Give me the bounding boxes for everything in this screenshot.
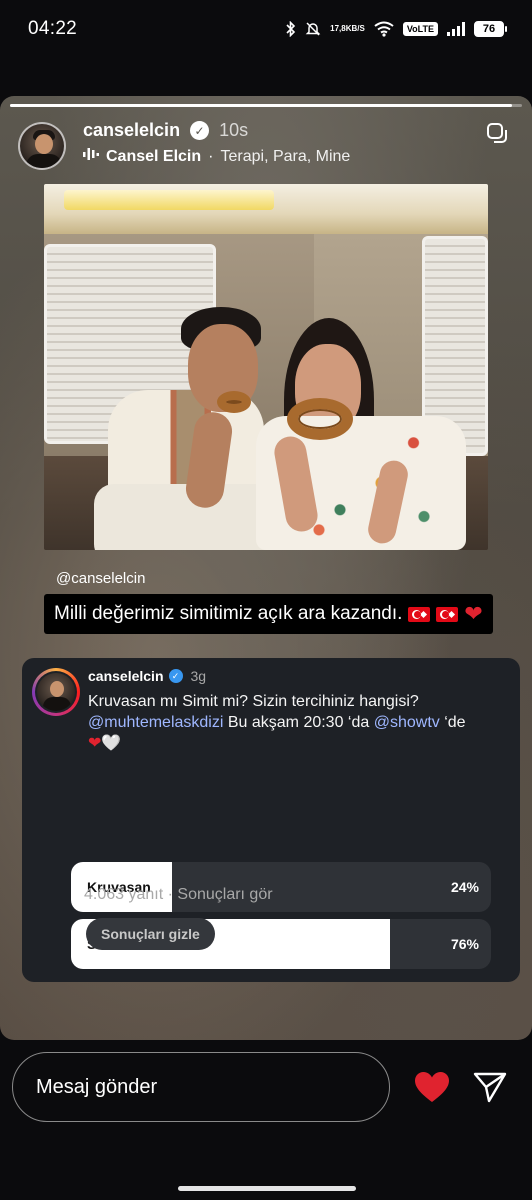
story-avatar[interactable]	[18, 122, 66, 170]
more-icon[interactable]	[484, 120, 510, 146]
home-indicator[interactable]	[178, 1186, 356, 1191]
signal-icon	[447, 22, 465, 36]
white-heart-icon: 🤍	[101, 735, 122, 752]
music-artist: Cansel Elcin	[106, 147, 202, 165]
story-photo	[44, 184, 488, 550]
poll-meta[interactable]: 4.063 yanıt · Sonuçları gör	[84, 886, 273, 904]
verified-badge-icon: ✓	[168, 669, 183, 683]
send-icon[interactable]	[470, 1068, 510, 1106]
story-username[interactable]: canselelcin	[83, 120, 180, 141]
story-header: canselelcin ✓ 10s Cansel Elcin · Terapi,…	[18, 120, 514, 176]
poll-question: Kruvasan mı Simit mi? Sizin tercihiniz h…	[88, 691, 508, 754]
story-progress-bar	[10, 104, 522, 107]
poll-mention-link[interactable]: @showtv	[374, 714, 440, 731]
music-track: Terapi, Para, Mine	[220, 147, 351, 165]
message-input[interactable]: Mesaj gönder	[12, 1052, 390, 1122]
story-user-row: canselelcin ✓ 10s	[83, 120, 248, 141]
turkey-flag-icon	[408, 606, 431, 622]
message-placeholder: Mesaj gönder	[36, 1075, 158, 1098]
story-mention[interactable]: @canselelcin	[56, 570, 145, 587]
poll-card: canselelcin ✓ 3g Kruvasan mı Simit mi? S…	[22, 658, 520, 982]
network-speed-unit: KB/S	[345, 24, 365, 33]
bluetooth-icon	[286, 21, 296, 37]
poll-time-ago: 3g	[190, 668, 207, 684]
network-speed-value: 17,8	[330, 24, 346, 33]
bell-muted-icon	[305, 21, 321, 37]
poll-mention-link[interactable]: @muhtemelaskdizi	[88, 714, 223, 731]
verified-badge-icon: ✓	[190, 121, 210, 140]
volte-badge: VoLTE	[402, 22, 438, 36]
story-caption: Milli değerimiz simitimiz açık ara kazan…	[44, 594, 493, 634]
hide-results-button[interactable]: Sonuçları gizle	[86, 918, 215, 950]
status-time: 04:22	[28, 18, 78, 39]
status-icons: 17,8 KB/S VoLTE 76	[286, 21, 507, 37]
poll-option-percent: 76%	[450, 936, 479, 952]
poll-option-percent: 24%	[450, 879, 479, 895]
poll-username[interactable]: canselelcin	[88, 668, 164, 684]
turkey-flag-icon	[436, 606, 459, 622]
story-music[interactable]: Cansel Elcin · Terapi, Para, Mine	[83, 147, 350, 166]
heart-icon[interactable]	[412, 1068, 452, 1106]
red-heart-icon: ❤	[464, 601, 483, 626]
poll-avatar[interactable]	[32, 668, 80, 716]
wifi-icon	[374, 21, 394, 37]
red-heart-icon: ❤	[88, 735, 102, 752]
story-viewer[interactable]: canselelcin ✓ 10s Cansel Elcin · Terapi,…	[0, 96, 532, 1040]
music-separator: ·	[208, 147, 214, 165]
poll-user-row: canselelcin ✓ 3g	[88, 668, 206, 684]
story-progress-fill	[10, 104, 512, 107]
network-speed: 17,8 KB/S	[330, 25, 365, 33]
poll-question-text: ‘de	[439, 714, 466, 731]
story-time-ago: 10s	[219, 120, 249, 140]
caption-text: Milli değerimiz simitimiz açık ara kazan…	[54, 603, 403, 624]
status-bar: 04:22 17,8 KB/S VoLTE 76	[0, 0, 532, 58]
equalizer-icon	[83, 147, 99, 166]
battery-indicator: 76	[474, 21, 507, 37]
poll-question-text: Kruvasan mı Simit mi? Sizin tercihiniz h…	[88, 693, 419, 710]
poll-question-text: Bu akşam 20:30 ‘da	[223, 714, 374, 731]
